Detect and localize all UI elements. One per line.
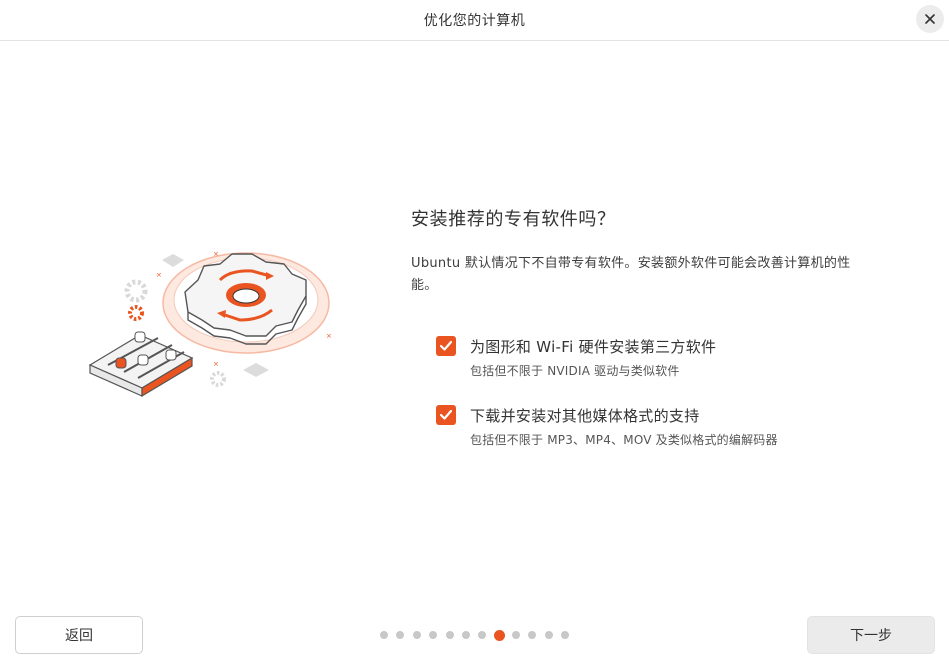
svg-text:×: × [213, 250, 219, 258]
page-dot [461, 631, 470, 639]
main-content: 安装推荐的专有软件吗？ Ubuntu 默认情况下不自带专有软件。安装额外软件可能… [411, 205, 861, 297]
checkmark-icon [439, 409, 453, 420]
page-dot [528, 631, 537, 639]
page-question: 安装推荐的专有软件吗？ [411, 209, 616, 230]
option-sublabel: 包括但不限于 NVIDIA 驱动与类似软件 [470, 364, 680, 378]
page-dot [544, 631, 553, 639]
page-dot [478, 631, 487, 639]
page-dot [396, 631, 405, 639]
option-media-formats[interactable]: 下载并安装对其他媒体格式的支持 包括但不限于 MP3、MP4、MOV 及类似格式… [436, 405, 778, 448]
option-third-party-drivers[interactable]: 为图形和 Wi-Fi 硬件安装第三方软件 包括但不限于 NVIDIA 驱动与类似… [436, 336, 716, 379]
page-description: Ubuntu 默认情况下不自带专有软件。安装额外软件可能会改善计算机的性能。 [411, 256, 851, 293]
svg-text:×: × [213, 360, 219, 368]
page-indicator [380, 628, 577, 642]
optimization-illustration: × × × × [88, 250, 332, 398]
checkmark-icon [439, 340, 453, 351]
close-button[interactable] [916, 5, 944, 33]
option-label: 下载并安装对其他媒体格式的支持 [470, 407, 700, 425]
option-text: 为图形和 Wi-Fi 硬件安装第三方软件 包括但不限于 NVIDIA 驱动与类似… [470, 336, 716, 379]
third-party-checkbox[interactable] [436, 336, 456, 356]
page-dot [560, 631, 569, 639]
installer-window: 优化您的计算机 × × × × 安装推荐的专有软件吗？ Ubuntu 默认情况下… [0, 0, 949, 672]
page-dot [445, 631, 454, 639]
page-dot [429, 631, 438, 639]
back-button[interactable]: 返回 [15, 616, 143, 654]
title-bar: 优化您的计算机 [0, 0, 949, 41]
mixer-panel-icon [88, 331, 194, 398]
close-icon [925, 14, 935, 24]
page-dot [412, 631, 421, 639]
option-sublabel: 包括但不限于 MP3、MP4、MOV 及类似格式的编解码器 [470, 433, 778, 447]
page-dot [380, 631, 388, 639]
svg-text:×: × [156, 271, 162, 279]
option-text: 下载并安装对其他媒体格式的支持 包括但不限于 MP3、MP4、MOV 及类似格式… [470, 405, 778, 448]
option-label: 为图形和 Wi-Fi 硬件安装第三方软件 [470, 338, 717, 356]
window-title: 优化您的计算机 [423, 13, 526, 29]
page-dot [511, 631, 520, 639]
media-formats-checkbox[interactable] [436, 405, 456, 425]
svg-text:×: × [326, 332, 332, 340]
next-button[interactable]: 下一步 [807, 616, 935, 654]
page-dot-current [493, 629, 505, 641]
